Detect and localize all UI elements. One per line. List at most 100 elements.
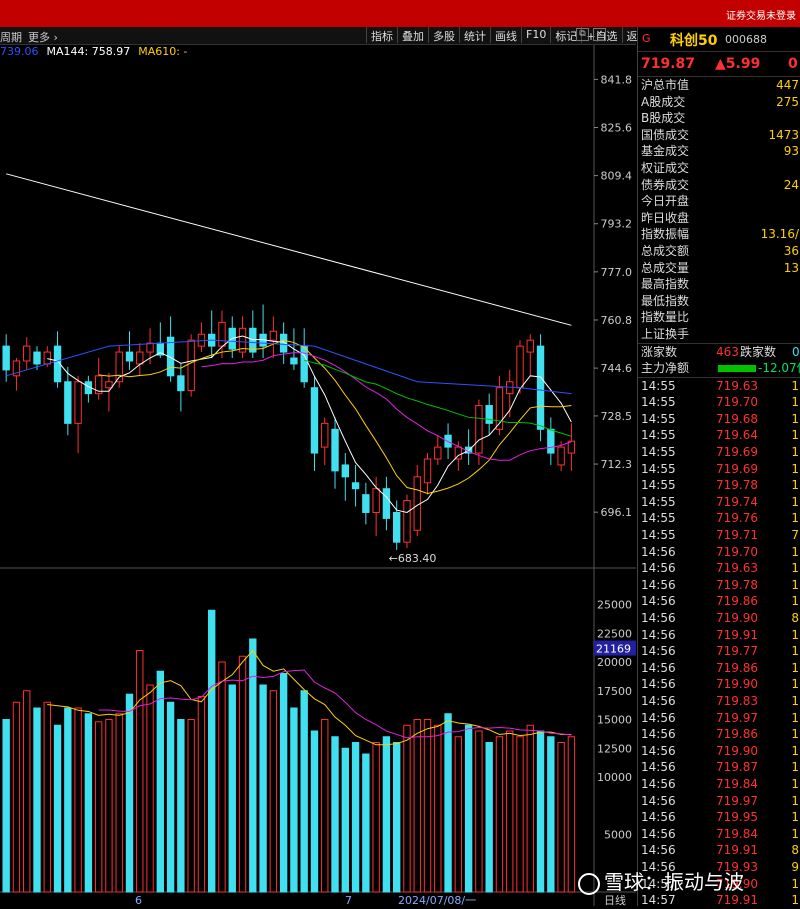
candle-body	[341, 464, 349, 478]
restore-icon[interactable]: ⧉	[576, 28, 589, 41]
tick-volume: 1	[791, 395, 799, 410]
stat-label: A股成交	[641, 94, 686, 109]
candle-body	[33, 351, 41, 365]
stat-label: 上证换手	[641, 326, 690, 341]
tick-price: 719.76	[716, 511, 758, 526]
watermark-text: 雪球：振动与波	[604, 870, 744, 894]
candle-body	[403, 500, 411, 543]
tick-row: 14:55 719.68 1	[638, 411, 800, 428]
tick-time: 14:56	[641, 727, 676, 742]
volume-bar	[146, 684, 154, 893]
candle-body	[423, 458, 432, 484]
stat-label: 指数振幅	[641, 227, 690, 242]
index-name[interactable]: 科创50	[670, 30, 717, 50]
tick-volume: 1	[791, 677, 799, 692]
volume-bar	[392, 742, 401, 893]
volume-marker-label: 21169	[596, 643, 631, 656]
tick-volume: 7	[791, 528, 799, 543]
toolbar-button-1[interactable]: 叠加	[397, 27, 428, 43]
tick-price: 719.86	[716, 594, 758, 609]
volume-bar	[310, 730, 319, 893]
tick-volume: 1	[791, 893, 799, 908]
login-status-notice[interactable]: 证券交易未登录	[726, 7, 796, 22]
watermark: 雪球：振动与波	[578, 866, 744, 895]
tick-price: 719.91	[716, 627, 758, 642]
tick-row: 14:56 719.95 1	[638, 809, 800, 826]
price-axis-label: 744.6	[601, 362, 633, 375]
candle-body	[136, 351, 144, 365]
volume-bar	[23, 690, 31, 893]
stat-label: 债券成交	[641, 177, 690, 192]
volume-bar	[218, 661, 226, 893]
volume-bar	[506, 730, 514, 893]
candle-body	[351, 482, 360, 490]
volume-axis-label: 20000	[597, 656, 632, 669]
tick-volume: 1	[791, 378, 799, 393]
toolbar-button-2[interactable]: 多股	[428, 27, 459, 43]
stat-row: 最高指数	[638, 276, 800, 293]
candle-body	[249, 327, 257, 353]
tick-volume: 1	[791, 445, 799, 460]
tick-time: 14:56	[641, 611, 676, 625]
stat-label: 总成交量	[641, 260, 690, 275]
tick-row: 14:56 719.91 1	[638, 627, 800, 644]
volume-bar	[33, 707, 41, 893]
candle-body	[516, 345, 524, 389]
toolbar-left-item-0[interactable]: 周期	[0, 31, 22, 44]
stat-row: 总成交量 13	[638, 260, 800, 277]
tick-volume: 1	[791, 876, 799, 891]
toolbar-button-4[interactable]: 画线	[490, 27, 521, 43]
volume-bar	[331, 736, 339, 893]
tick-price: 719.68	[716, 411, 758, 426]
volume-bar	[403, 724, 411, 893]
tick-volume: 1	[791, 644, 799, 659]
tick-volume: 1	[791, 544, 799, 559]
tick-price: 719.90	[716, 611, 758, 625]
tick-volume: 1	[791, 461, 799, 476]
price-axis-label: 696.1	[601, 506, 633, 519]
candle-body	[557, 446, 565, 466]
tick-time: 14:56	[641, 710, 676, 725]
tick-row: 14:56 719.86 1	[638, 660, 800, 677]
price-axis-label: 728.5	[601, 410, 633, 423]
volume-bar	[94, 721, 103, 893]
ma20-line	[201, 352, 572, 461]
tick-time: 14:56	[641, 677, 676, 692]
stat-row: B股成交	[638, 110, 800, 127]
volume-bar	[444, 713, 452, 893]
tick-volume: 1	[791, 776, 799, 791]
volume-bar	[259, 684, 267, 893]
tick-time: 14:56	[641, 760, 676, 775]
toolbar-button-3[interactable]: 统计	[459, 27, 490, 43]
close-icon[interactable]: ×	[593, 28, 606, 41]
index-code: 000688	[725, 33, 767, 46]
kline-chart[interactable]: 841.8 825.6 809.4 793.2 777.0 760.8 744.6 728.5…	[0, 45, 636, 906]
volume-axis-label: 12500	[597, 742, 632, 755]
tick-row: 14:55 719.76 1	[638, 510, 800, 527]
tick-price: 719.74	[716, 494, 758, 509]
tick-volume: 9	[791, 859, 799, 874]
tick-volume: 1	[791, 478, 799, 493]
volume-bar	[84, 713, 93, 893]
toolbar-button-5[interactable]: F10	[521, 27, 550, 43]
tick-volume: 8	[791, 843, 799, 858]
tick-volume: 8	[791, 611, 799, 625]
tick-volume: 1	[791, 511, 799, 526]
down-count: 0	[792, 344, 800, 359]
stat-label: 基金成交	[641, 144, 690, 159]
toolbar-left-item-1[interactable]: 更多 ›	[28, 31, 58, 44]
tick-price: 719.95	[716, 810, 758, 825]
tick-price: 719.70	[716, 544, 758, 559]
volume-bar	[197, 696, 206, 893]
tick-volume: 1	[791, 760, 799, 775]
tick-price: 719.70	[716, 395, 758, 410]
stat-value: 13.16/	[760, 227, 799, 242]
toolbar-button-0[interactable]: 指标	[366, 27, 397, 43]
candle-body	[475, 405, 483, 454]
candle-body	[382, 488, 391, 519]
candle-body	[74, 381, 82, 424]
volume-bar	[238, 655, 247, 893]
tick-row: 14:56 719.90 8	[638, 610, 800, 627]
candle-body	[177, 375, 185, 392]
tick-list[interactable]: 14:55 719.63 1 14:55 719.70 1 14:55 719.68 1 14:5…	[638, 378, 800, 909]
